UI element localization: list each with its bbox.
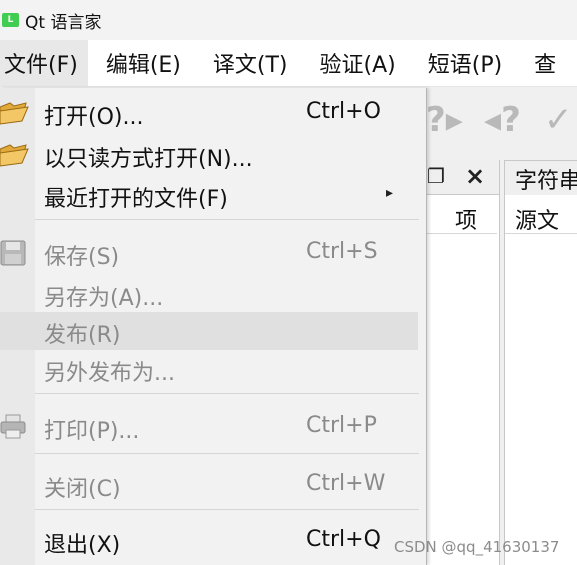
toolbar: ?▸ ◂? ✓ <box>426 88 577 158</box>
menu-item-close[interactable]: 关闭(C) Ctrl+W <box>0 466 418 504</box>
menu-validation[interactable]: 验证(A) <box>310 40 406 86</box>
context-dock: ❐ × 项 <box>426 160 500 565</box>
menu-separator <box>35 509 419 510</box>
folder-open-icon <box>0 141 30 169</box>
menu-item-print[interactable]: 打印(P)... Ctrl+P <box>0 408 418 446</box>
restore-icon[interactable]: ❐ <box>427 164 445 188</box>
menu-edit[interactable]: 编辑(E) <box>96 40 191 86</box>
menu-translation[interactable]: 译文(T) <box>203 40 298 86</box>
menu-phrases[interactable]: 短语(P) <box>418 40 512 86</box>
menu-item-release[interactable]: 发布(R) <box>0 312 418 350</box>
menu-item-recent-files[interactable]: 最近打开的文件(F) ▸ <box>0 176 418 214</box>
watermark: CSDN @qq_41630137 <box>394 538 560 556</box>
menu-bar: 文件(F) 编辑(E) 译文(T) 验证(A) 短语(P) 查 <box>0 40 577 87</box>
window-title: Qt 语言家 <box>25 12 102 33</box>
dock-title-strings: 字符串 <box>505 160 577 196</box>
strings-dock: 字符串 源文 <box>504 160 577 565</box>
column-header-source[interactable]: 源文 <box>505 195 577 234</box>
menu-item-release-as[interactable]: 另外发布为... <box>0 350 418 388</box>
printer-icon <box>0 413 30 441</box>
floppy-disk-icon <box>0 239 30 267</box>
menu-view[interactable]: 查 <box>524 40 566 86</box>
file-menu-dropdown: 打开(O)... Ctrl+O 以只读方式打开(N)... 最近打开的文件(F)… <box>0 88 427 565</box>
folder-open-icon <box>0 99 30 127</box>
menu-item-save-as[interactable]: 另存为(A)... <box>0 275 418 313</box>
menu-file[interactable]: 文件(F) <box>0 40 88 86</box>
title-bar: L Qt 语言家 <box>0 0 577 40</box>
menu-item-exit[interactable]: 退出(X) Ctrl+Q <box>0 522 418 560</box>
menu-separator <box>35 393 419 394</box>
close-icon[interactable]: × <box>465 162 485 190</box>
prev-unfinished-icon[interactable]: ?▸ <box>426 100 468 142</box>
app-logo-icon: L <box>2 13 19 27</box>
menu-item-save[interactable]: 保存(S) Ctrl+S <box>0 234 418 272</box>
menu-item-open[interactable]: 打开(O)... Ctrl+O <box>0 94 418 132</box>
submenu-arrow-icon: ▸ <box>386 185 394 201</box>
dock-title-bar: ❐ × <box>427 160 499 195</box>
menu-separator <box>35 453 419 454</box>
menu-item-open-readonly[interactable]: 以只读方式打开(N)... <box>0 136 418 174</box>
next-unfinished-icon[interactable]: ◂? <box>484 100 526 142</box>
done-check-icon[interactable]: ✓ <box>544 100 577 142</box>
column-header-items[interactable]: 项 <box>427 195 497 234</box>
menu-separator <box>35 219 419 220</box>
